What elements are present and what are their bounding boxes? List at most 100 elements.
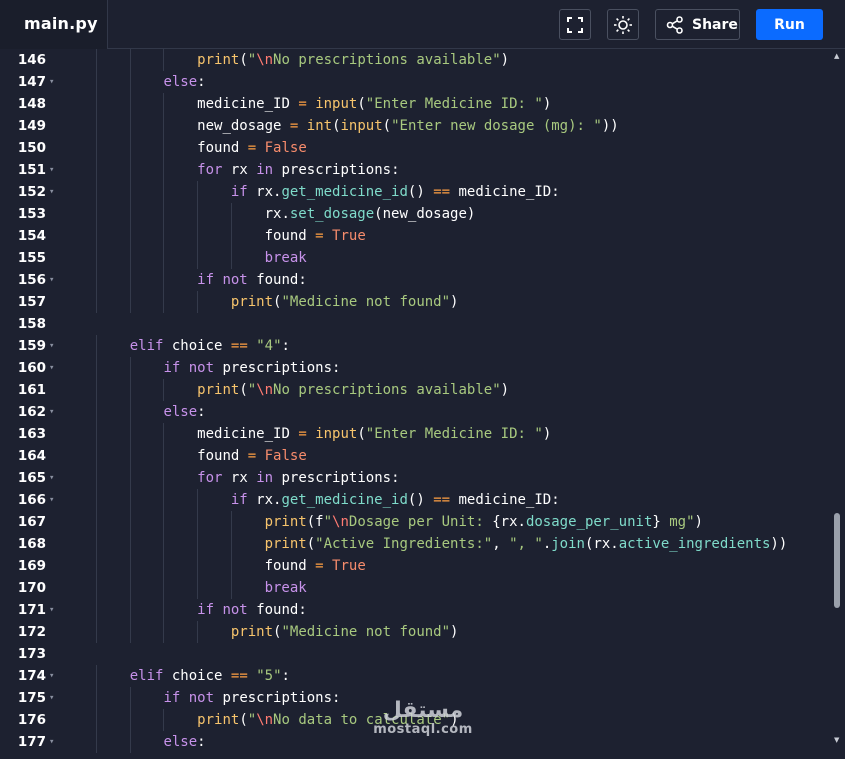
watermark-url: mostaql.com (373, 722, 473, 737)
code-line[interactable]: 167 print(f"\nDosage per Unit: {rx.dosag… (0, 511, 830, 533)
editor-scrollbar[interactable] (831, 49, 845, 759)
scrollbar-thumb[interactable] (834, 513, 840, 608)
code-line[interactable]: 147 ▾ else: (0, 71, 830, 93)
line-number: 177 (17, 734, 46, 750)
code-line[interactable]: 171 ▾ if not found: (0, 599, 830, 621)
line-number: 160 (17, 360, 46, 376)
code-line[interactable]: 152 ▾ if rx.get_medicine_id() == medicine… (0, 181, 830, 203)
line-number: 149 (17, 118, 46, 134)
line-number: 173 (17, 646, 46, 662)
code-line[interactable]: 154 found = True (0, 225, 830, 247)
editor-toolbar: main.py Share Run (0, 0, 845, 49)
code-line[interactable]: 163 medicine_ID = input("Enter Medicine … (0, 423, 830, 445)
line-number: 165 (17, 470, 46, 486)
fullscreen-button[interactable] (559, 9, 591, 40)
code-text: rx.set_dosage(new_dosage) (264, 206, 476, 222)
code-text: if not prescriptions: (163, 690, 341, 706)
code-line[interactable]: 166 ▾ if rx.get_medicine_id() == medicine… (0, 489, 830, 511)
line-number: 171 (17, 602, 46, 618)
code-line[interactable]: 157 print("Medicine not found") (0, 291, 830, 313)
code-text: for rx in prescriptions: (197, 162, 400, 178)
line-number: 176 (17, 712, 46, 728)
fold-chevron-icon[interactable]: ▾ (49, 489, 54, 511)
code-text: print("Medicine not found") (230, 624, 459, 640)
fold-chevron-icon[interactable]: ▾ (49, 335, 54, 357)
code-text: elif choice == "5": (129, 668, 290, 684)
line-number: 151 (17, 162, 46, 178)
code-line[interactable]: 165 ▾ for rx in prescriptions: (0, 467, 830, 489)
fold-chevron-icon[interactable]: ▾ (49, 731, 54, 753)
code-text: else: (163, 734, 206, 750)
line-number: 164 (17, 448, 46, 464)
fold-chevron-icon[interactable]: ▾ (49, 269, 54, 291)
code-text: break (264, 250, 307, 266)
share-button-label: Share (692, 16, 738, 33)
code-line[interactable]: 169 found = True (0, 555, 830, 577)
code-text: found = True (264, 558, 366, 574)
fold-chevron-icon[interactable]: ▾ (49, 71, 54, 93)
fold-chevron-icon[interactable]: ▾ (49, 401, 54, 423)
watermark-brand: مستقل (382, 698, 464, 723)
code-text: if not found: (197, 602, 307, 618)
theme-toggle-button[interactable] (607, 9, 639, 40)
watermark-logo: مستقل mostaql.com (372, 698, 474, 738)
code-line[interactable]: 162 ▾ else: (0, 401, 830, 423)
code-line[interactable]: 161 print("\nNo prescriptions available"… (0, 379, 830, 401)
line-number: 157 (17, 294, 46, 310)
code-line[interactable]: 146 print("\nNo prescriptions available"… (0, 49, 830, 71)
code-line[interactable]: 159 ▾ elif choice == "4": (0, 335, 830, 357)
line-number: 162 (17, 404, 46, 420)
code-text: else: (163, 404, 206, 420)
code-text: print("\nNo prescriptions available") (197, 382, 510, 398)
fold-chevron-icon[interactable]: ▾ (49, 357, 54, 379)
code-editor[interactable]: 146 print("\nNo prescriptions available"… (0, 49, 845, 759)
share-button[interactable]: Share (655, 9, 740, 40)
file-tab[interactable]: main.py (0, 0, 108, 49)
line-number: 168 (17, 536, 46, 552)
code-text: else: (163, 74, 206, 90)
line-number: 174 (17, 668, 46, 684)
code-line[interactable]: 164 found = False (0, 445, 830, 467)
fold-chevron-icon[interactable]: ▾ (49, 181, 54, 203)
code-line[interactable]: 174 ▾ elif choice == "5": (0, 665, 830, 687)
line-number: 169 (17, 558, 46, 574)
code-line[interactable]: 151 ▾ for rx in prescriptions: (0, 159, 830, 181)
scroll-down-arrow-icon[interactable]: ▼ (834, 736, 839, 744)
code-line[interactable]: 149 new_dosage = int(input("Enter new do… (0, 115, 830, 137)
code-line[interactable]: 160 ▾ if not prescriptions: (0, 357, 830, 379)
line-number: 170 (17, 580, 46, 596)
run-button[interactable]: Run (756, 9, 823, 40)
fold-chevron-icon[interactable]: ▾ (49, 687, 54, 709)
line-number: 163 (17, 426, 46, 442)
code-line[interactable]: 168 print("Active Ingredients:", ", ".jo… (0, 533, 830, 555)
code-line[interactable]: 155 break (0, 247, 830, 269)
code-text: break (264, 580, 307, 596)
code-text: if not found: (197, 272, 307, 288)
code-text: print("\nNo prescriptions available") (197, 52, 510, 68)
scroll-up-arrow-icon[interactable]: ▲ (834, 52, 839, 60)
line-number: 154 (17, 228, 46, 244)
code-line[interactable]: 172 print("Medicine not found") (0, 621, 830, 643)
fold-chevron-icon[interactable]: ▾ (49, 599, 54, 621)
sun-icon (614, 15, 632, 34)
line-number: 147 (17, 74, 46, 90)
code-line[interactable]: 150 found = False (0, 137, 830, 159)
line-number: 172 (17, 624, 46, 640)
code-text: if rx.get_medicine_id() == medicine_ID: (230, 492, 560, 508)
code-line[interactable]: 158 (0, 313, 830, 335)
line-number: 155 (17, 250, 46, 266)
code-text: if rx.get_medicine_id() == medicine_ID: (230, 184, 560, 200)
code-line[interactable]: 173 (0, 643, 830, 665)
code-line[interactable]: 148 medicine_ID = input("Enter Medicine … (0, 93, 830, 115)
expand-icon (567, 16, 583, 33)
line-number: 167 (17, 514, 46, 530)
code-text: print("Medicine not found") (230, 294, 459, 310)
code-line[interactable]: 153 rx.set_dosage(new_dosage) (0, 203, 830, 225)
line-number: 175 (17, 690, 46, 706)
fold-chevron-icon[interactable]: ▾ (49, 159, 54, 181)
fold-chevron-icon[interactable]: ▾ (49, 665, 54, 687)
fold-chevron-icon[interactable]: ▾ (49, 467, 54, 489)
code-line[interactable]: 156 ▾ if not found: (0, 269, 830, 291)
code-text: new_dosage = int(input("Enter new dosage… (197, 118, 619, 134)
code-line[interactable]: 170 break (0, 577, 830, 599)
